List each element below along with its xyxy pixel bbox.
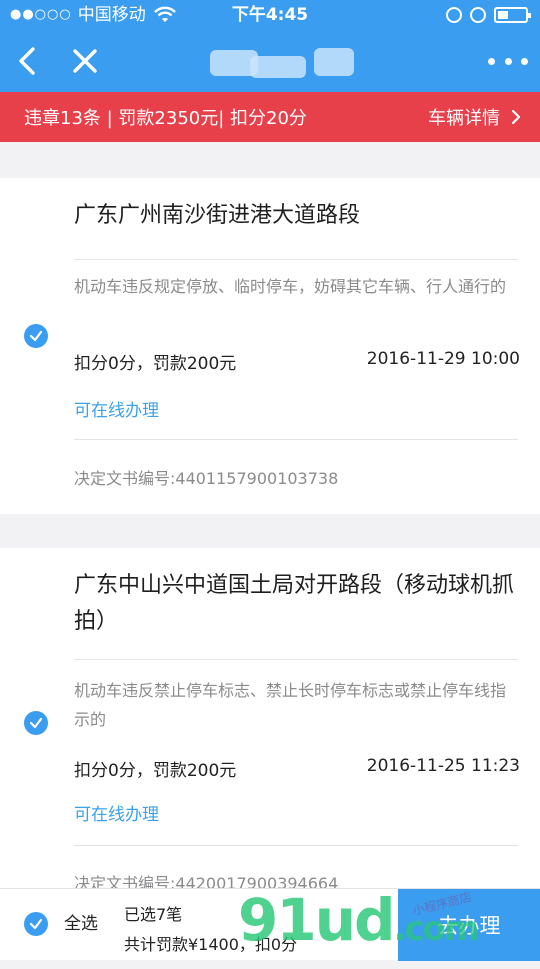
- total-fine: 共计罚款¥1400，扣0分: [124, 935, 298, 954]
- more-dot: [504, 57, 512, 65]
- card-divider: [74, 439, 518, 440]
- violation-penalty: 扣分0分，罚款200元: [74, 354, 237, 374]
- alarm-icon: [470, 7, 486, 23]
- nav-title-redacted: [190, 48, 360, 78]
- chevron-right-icon: [511, 109, 521, 125]
- violation-summary: 违章13条 | 罚款2350元| 扣分20分: [24, 104, 307, 130]
- battery-fill: [498, 11, 508, 19]
- select-all-label[interactable]: 全选: [64, 909, 98, 934]
- violation-penalty: 扣分0分，罚款200元: [74, 761, 237, 781]
- online-handle-link[interactable]: 可在线办理: [74, 396, 159, 421]
- violation-datetime: 2016-11-29 10:00: [366, 349, 520, 369]
- check-circle-icon[interactable]: [24, 324, 48, 348]
- more-dots-icon[interactable]: [488, 48, 528, 74]
- violation-card: 广东广州南沙街进港大道路段 机动车违反规定停放、临时停车，妨碍其它车辆、行人通行…: [0, 178, 540, 514]
- vehicle-detail-link[interactable]: 车辆详情: [428, 104, 522, 130]
- close-icon[interactable]: [68, 44, 102, 78]
- more-dot: [521, 57, 528, 65]
- card-divider: [74, 845, 518, 846]
- card-divider: [74, 659, 518, 660]
- status-bar: ●●○○○ 中国移动 下午4:45: [0, 0, 540, 30]
- violation-location: 广东中山兴中道国土局对开路段（移动球机抓拍）: [74, 573, 515, 634]
- violation-description: 机动车违反禁止停车标志、禁止长时停车标志或禁止停车线指示的: [74, 681, 507, 729]
- redaction-blob: [250, 56, 306, 78]
- more-dot: [488, 57, 495, 65]
- chevron-left-icon[interactable]: [12, 44, 46, 78]
- selected-count: 已选7笔: [124, 905, 183, 924]
- online-handle-link[interactable]: 可在线办理: [74, 800, 159, 825]
- select-all-check-icon[interactable]: [24, 912, 48, 936]
- check-circle-icon[interactable]: [24, 711, 48, 735]
- rotation-lock-icon: [446, 7, 462, 23]
- violation-summary-banner: 违章13条 | 罚款2350元| 扣分20分 车辆详情: [0, 92, 540, 142]
- card-divider: [74, 259, 518, 260]
- violation-description: 机动车违反规定停放、临时停车，妨碍其它车辆、行人通行的: [74, 277, 507, 296]
- status-right: [446, 0, 531, 30]
- summary-text: 违章13条 | 罚款2350元| 扣分20分: [24, 108, 307, 129]
- violation-datetime: 2016-11-25 11:23: [366, 756, 520, 776]
- violation-location: 广东广州南沙街进港大道路段: [74, 203, 361, 228]
- nav-bar: [0, 30, 540, 92]
- vehicle-detail-label: 车辆详情: [428, 108, 500, 129]
- redaction-blob: [314, 48, 354, 76]
- violation-card: 广东中山兴中道国土局对开路段（移动球机抓拍） 机动车违反禁止停车标志、禁止长时停…: [0, 548, 540, 893]
- decision-doc-number: 决定文书编号:4401157900103738: [74, 469, 339, 488]
- battery-icon: [494, 7, 531, 23]
